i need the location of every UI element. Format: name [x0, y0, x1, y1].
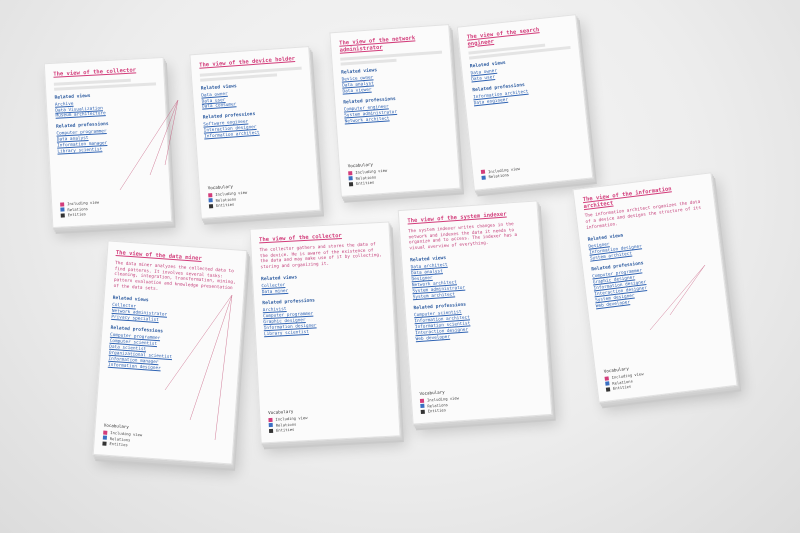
legend: Vocabulary Including view Relations Enti…: [268, 408, 308, 434]
legend-row: Entities: [420, 407, 460, 415]
legend-label: Entities: [67, 211, 87, 218]
legend-swatch: [103, 430, 108, 435]
legend-swatch: [420, 404, 425, 409]
card-body: The system indexer writes changes in the…: [408, 221, 518, 252]
legend-label: Relations: [488, 172, 510, 180]
card-2: The view of the device holder Related vi…: [189, 46, 321, 219]
card-1: The view of the collector Related views …: [43, 56, 173, 229]
card-body: The data miner analyzes the collected da…: [113, 260, 236, 293]
card-body: The collector gathers and stores the dat…: [259, 241, 382, 271]
legend-swatch: [208, 198, 213, 203]
legend: Vocabulary Including view Relations Enti…: [419, 388, 460, 415]
legend-swatch: [420, 409, 425, 415]
card-7: The view of the system indexer The syste…: [397, 200, 553, 425]
legend-swatch: [102, 441, 107, 446]
legend: Vocabulary Including view Relations Enti…: [208, 183, 249, 210]
legend-swatch: [480, 170, 486, 175]
photo-scene: The view of the collector Related views …: [0, 0, 800, 533]
legend-swatch: [60, 207, 65, 213]
legend-swatch: [208, 192, 213, 198]
legend-swatch: [605, 387, 611, 392]
legend-swatch: [419, 398, 425, 403]
legend: Vocabulary Including view Relations Enti…: [604, 364, 646, 393]
legend-row: Entities: [268, 426, 308, 434]
legend-swatch: [268, 417, 273, 422]
legend-swatch: [268, 423, 273, 428]
legend: Including view Relations: [480, 166, 521, 181]
legend-swatch: [208, 204, 214, 209]
legend-row: Entities: [60, 211, 100, 219]
legend-swatch: [604, 376, 609, 381]
legend-title: Vocabulary: [267, 408, 294, 416]
card-5: The view of the data miner The data mine…: [92, 240, 248, 465]
legend-label: Entities: [275, 427, 295, 434]
legend-swatch: [348, 176, 353, 181]
card-8: The view of the information architect Th…: [572, 172, 738, 403]
legend-swatch: [60, 213, 65, 218]
card-title: The view of the search engineer: [466, 27, 540, 48]
legend-swatch: [348, 170, 353, 176]
legend-label: Entities: [612, 383, 632, 392]
legend-label: Entities: [427, 407, 447, 414]
legend-row: Entities: [208, 201, 248, 209]
legend-row: Entities: [348, 179, 388, 187]
legend-swatch: [268, 429, 274, 434]
card-title: The view of the collector: [53, 67, 137, 78]
legend: Including view Relations Entities: [60, 199, 100, 218]
legend: Vocabulary Including view Relations Enti…: [348, 161, 389, 188]
legend-swatch: [102, 435, 108, 441]
legend-swatch: [605, 381, 610, 387]
card-6: The view of the collector The collector …: [249, 221, 401, 444]
card-4: The view of the search engineer Related …: [456, 14, 594, 191]
legend: Vocabulary Including view Relations Enti…: [102, 423, 143, 450]
legend-swatch: [60, 202, 65, 207]
legend-label: Entities: [355, 179, 375, 187]
legend-label: Entities: [215, 201, 235, 209]
legend-swatch: [348, 182, 354, 187]
legend-swatch: [481, 175, 486, 181]
legend-label: Entities: [109, 441, 128, 448]
card-3: The view of the network administrator Re…: [329, 24, 461, 197]
